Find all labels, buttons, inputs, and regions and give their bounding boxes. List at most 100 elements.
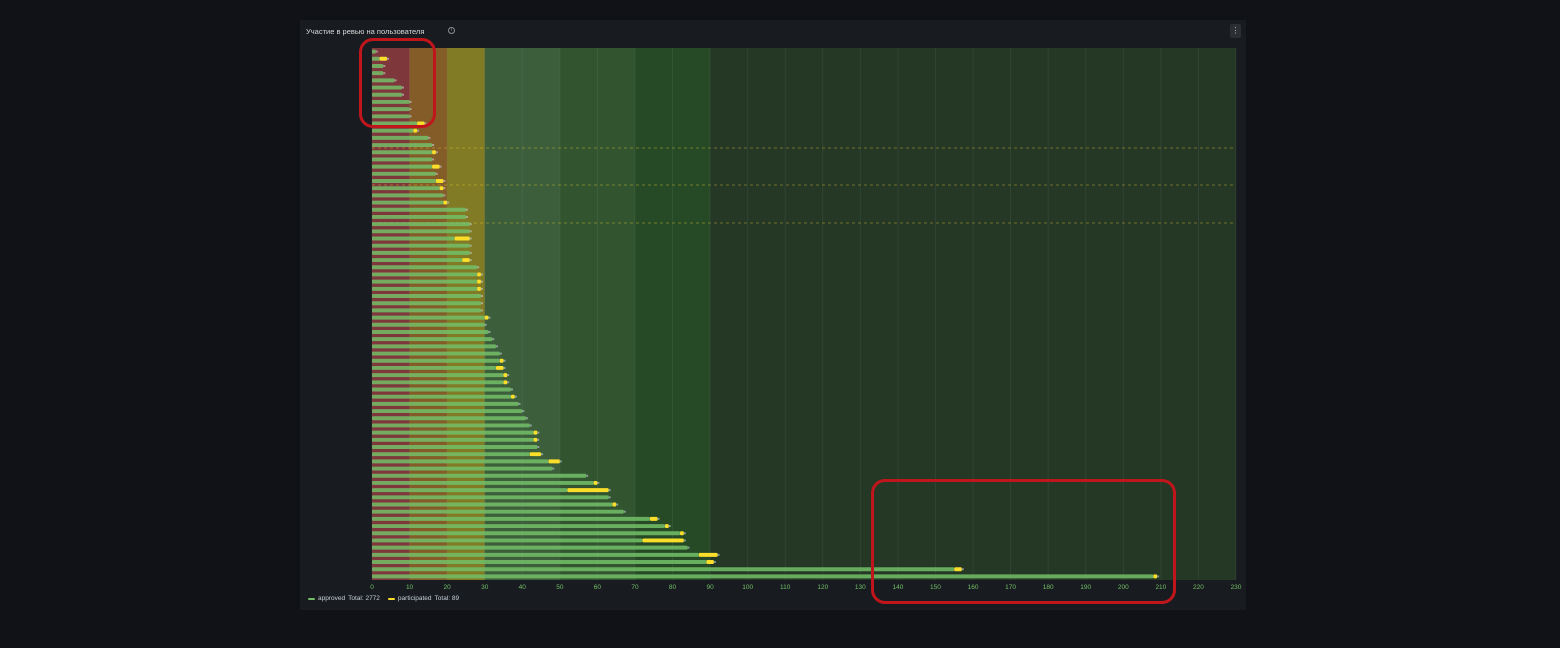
bar-approved xyxy=(372,294,481,299)
bar-approved xyxy=(372,401,519,406)
x-tick-label: 70 xyxy=(631,584,639,591)
bar-end-marker xyxy=(435,172,438,175)
bar-participated xyxy=(665,524,669,529)
bar-approved xyxy=(372,229,470,234)
bar-end-marker xyxy=(495,345,498,348)
bar-participated xyxy=(484,315,489,320)
bar-approved xyxy=(372,430,534,435)
bar-approved xyxy=(372,135,429,140)
x-tick-label: 130 xyxy=(855,584,866,591)
bar-end-marker xyxy=(717,553,720,556)
bar-participated xyxy=(435,179,444,183)
bar-participated xyxy=(413,128,418,133)
bar-end-marker xyxy=(469,244,472,247)
bar-end-marker xyxy=(657,517,660,520)
bar-approved xyxy=(372,214,466,219)
x-tick-label: 80 xyxy=(669,584,677,591)
bar-approved xyxy=(372,380,504,385)
legend-total-participated: Total: 89 xyxy=(434,595,460,602)
bar-participated xyxy=(477,279,481,284)
bar-approved xyxy=(372,344,496,349)
bar-participated xyxy=(439,186,444,191)
bar-participated xyxy=(477,286,481,291)
bar-approved xyxy=(372,222,470,227)
legend-total-approved: Total: 2772 xyxy=(348,595,380,602)
bar-end-marker xyxy=(480,273,483,276)
legend-item-approved[interactable]: approved Total: 2772 xyxy=(308,595,380,602)
bar-participated xyxy=(510,394,515,399)
bar-approved xyxy=(372,480,594,485)
bar-end-marker xyxy=(503,359,506,362)
bar-approved xyxy=(372,279,478,284)
bar-approved xyxy=(372,502,613,507)
bar-participated xyxy=(612,502,617,507)
legend-label-approved: approved xyxy=(318,595,346,602)
bar-end-marker xyxy=(469,251,472,254)
bar-end-marker xyxy=(526,417,529,420)
bar-end-marker xyxy=(537,431,540,434)
x-tick-label: 40 xyxy=(519,584,527,591)
bar-end-marker xyxy=(469,237,472,240)
x-tick-label: 20 xyxy=(444,584,452,591)
bar-participated xyxy=(499,358,504,363)
bar-approved xyxy=(372,315,485,320)
bar-participated xyxy=(454,236,470,241)
bar-approved xyxy=(372,509,624,514)
bar-approved xyxy=(372,394,511,399)
bar-approved xyxy=(372,322,485,327)
bar-end-marker xyxy=(492,338,495,341)
bar-end-marker xyxy=(469,230,472,233)
bar-approved xyxy=(372,143,433,148)
bar-end-marker xyxy=(503,366,506,369)
x-tick-label: 10 xyxy=(406,584,414,591)
bar-participated xyxy=(642,538,684,543)
bar-end-marker xyxy=(488,330,491,333)
bar-approved xyxy=(372,150,433,155)
bar-end-marker xyxy=(465,215,468,218)
bar-end-marker xyxy=(417,129,420,132)
bar-approved xyxy=(372,452,530,457)
bar-end-marker xyxy=(469,259,472,262)
bar-approved xyxy=(372,236,455,241)
bar-end-marker xyxy=(559,460,562,463)
bar-approved xyxy=(372,351,500,356)
bar-end-marker xyxy=(465,208,468,211)
bar-end-marker xyxy=(608,496,611,499)
x-tick-label: 90 xyxy=(706,584,714,591)
bar-approved xyxy=(372,164,433,169)
chart-legend: approved Total: 2772 participated Total:… xyxy=(308,595,459,602)
bar-approved xyxy=(372,272,478,277)
x-tick-label: 30 xyxy=(481,584,489,591)
bar-end-marker xyxy=(541,453,544,456)
bar-end-marker xyxy=(537,438,540,441)
bar-end-marker xyxy=(443,194,446,197)
bar-end-marker xyxy=(432,158,435,161)
bar-approved xyxy=(372,258,463,263)
bar-end-marker xyxy=(616,503,619,506)
bar-approved xyxy=(372,329,489,334)
bar-approved xyxy=(372,186,440,191)
legend-swatch-participated xyxy=(387,597,395,600)
bar-approved xyxy=(372,459,549,464)
bar-participated xyxy=(432,150,436,155)
bar-approved xyxy=(372,423,530,428)
bar-end-marker xyxy=(443,187,446,190)
bar-participated xyxy=(533,437,538,442)
bar-participated xyxy=(529,452,542,457)
bar-approved xyxy=(372,308,481,313)
x-tick-label: 100 xyxy=(742,584,753,591)
bar-approved xyxy=(372,301,481,306)
threshold-band xyxy=(447,48,485,580)
x-tick-label: 50 xyxy=(556,584,564,591)
bar-participated xyxy=(503,373,508,378)
bar-approved xyxy=(372,358,500,363)
bar-participated xyxy=(548,459,560,464)
bar-participated xyxy=(706,560,714,565)
bar-end-marker xyxy=(507,374,510,377)
legend-item-participated[interactable]: participated Total: 89 xyxy=(387,595,460,602)
x-tick-label: 120 xyxy=(817,584,828,591)
bar-participated xyxy=(533,430,538,435)
bar-approved xyxy=(372,387,511,392)
bar-approved xyxy=(372,179,436,183)
bar-participated xyxy=(477,272,481,277)
